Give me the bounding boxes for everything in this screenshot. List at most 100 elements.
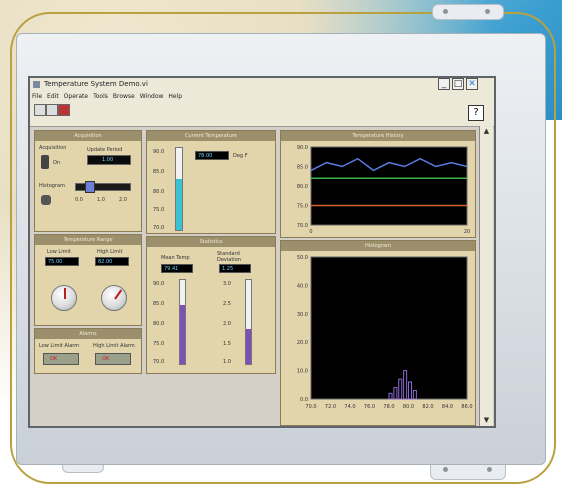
history-x-tick-0: 0 — [309, 229, 312, 235]
menu-window[interactable]: Window — [140, 91, 164, 102]
app-icon — [33, 81, 40, 88]
current-temperature-title: Current Temperature — [147, 131, 275, 141]
mean-temp-label: Mean Temp — [161, 255, 190, 261]
menu-file[interactable]: File — [32, 91, 42, 102]
menu-browse[interactable]: Browse — [113, 91, 135, 102]
histogram-y-tick-2: 30.0 — [297, 312, 308, 318]
current-temperature-value: 78.00 — [195, 151, 229, 160]
scroll-down-arrow-icon[interactable]: ▼ — [481, 415, 492, 426]
histogram-x-tick-0: 70.0 — [305, 404, 316, 410]
histogram-y-tick-4: 10.0 — [297, 369, 308, 375]
temperature-range-title: Temperature Range — [35, 235, 141, 245]
window-title: Temperature System Demo.vi — [44, 80, 148, 88]
vertical-scrollbar[interactable]: ▲ ▼ — [479, 126, 493, 426]
update-period-label: Update Period — [87, 147, 123, 153]
temperature-range-panel: Temperature Range Low Limit 75.00 High L… — [34, 234, 142, 326]
histogram-x-tick-2: 74.0 — [344, 404, 355, 410]
histogram-x-tick-5: 80.0 — [403, 404, 414, 410]
std-scale-4: 1.0 — [223, 359, 231, 365]
high-limit-knob[interactable] — [101, 285, 127, 311]
mean-temp-value: 79.41 — [161, 264, 193, 273]
history-y-tick-1: 85.0 — [297, 165, 308, 171]
run-arrow-icon[interactable] — [34, 104, 46, 116]
history-y-tick-2: 80.0 — [297, 184, 308, 190]
help-button[interactable]: ? — [468, 105, 484, 121]
histogram-y-tick-1: 40.0 — [297, 283, 308, 289]
mean-scale-4: 70.0 — [153, 359, 165, 365]
thermo-scale-1: 85.0 — [153, 169, 165, 175]
high-alarm-label: High Limit Alarm — [93, 343, 135, 349]
thermometer-fill — [176, 179, 182, 230]
std-bar-fill — [246, 329, 251, 364]
menu-bar: File Edit Operate Tools Browse Window He… — [30, 91, 494, 102]
high-alarm-status: OK — [102, 356, 110, 362]
acquisition-status: On — [53, 160, 61, 166]
menu-edit[interactable]: Edit — [47, 91, 59, 102]
minimize-button[interactable]: _ — [438, 78, 450, 90]
histogram-panel: Histogram 50.0 40.0 30.0 20.0 10.0 0.0 70.0 72.… — [280, 240, 476, 426]
std-scale-3: 1.5 — [223, 341, 231, 347]
histogram-scale-2: 2.0 — [119, 197, 127, 203]
histogram-scale-0: 0.0 — [75, 197, 83, 203]
temperature-history-chart: 90.0 85.0 80.0 75.0 70.00 20 — [297, 145, 470, 235]
history-y-tick-0: 90.0 — [297, 145, 308, 151]
high-alarm-led: OK — [95, 353, 131, 365]
statistics-panel: Statistics Mean Temp 79.41 Standard Devi… — [146, 236, 276, 374]
low-limit-knob[interactable] — [51, 285, 77, 311]
histogram-slider-track[interactable] — [75, 183, 131, 191]
mean-scale-1: 85.0 — [153, 301, 165, 307]
current-temperature-panel: Current Temperature 90.0 85.0 80.0 75.0 … — [146, 130, 276, 234]
thermo-scale-2: 80.0 — [153, 189, 165, 195]
histogram-x-tick-6: 82.0 — [422, 404, 433, 410]
run-continuous-icon[interactable] — [46, 104, 58, 116]
histogram-chart: 50.0 40.0 30.0 20.0 10.0 0.070.0 72.0 74.0 76.0 7… — [297, 255, 473, 410]
histogram-y-tick-0: 50.0 — [297, 255, 308, 261]
acquisition-label: Acquisition — [39, 145, 67, 151]
window-titlebar[interactable]: Temperature System Demo.vi _ □ ✕ — [30, 78, 494, 91]
histogram-x-tick-3: 76.0 — [364, 404, 375, 410]
menu-operate[interactable]: Operate — [64, 91, 88, 102]
low-limit-value[interactable]: 75.00 — [45, 257, 79, 266]
low-limit-label: Low Limit — [47, 249, 71, 255]
mean-bar-fill — [180, 305, 185, 364]
std-scale-1: 2.5 — [223, 301, 231, 307]
temperature-history-panel: Temperature History 90.0 85.0 80.0 75.0 70.0… — [280, 130, 476, 238]
current-temperature-unit: Deg F — [233, 153, 248, 159]
restore-button[interactable]: □ — [452, 78, 464, 90]
histogram-plot-area — [310, 256, 468, 400]
acquisition-switch[interactable] — [41, 155, 49, 169]
histogram-x-tick-4: 78.0 — [383, 404, 394, 410]
update-period-control[interactable]: 1.00 — [87, 155, 131, 165]
abort-icon[interactable] — [58, 104, 70, 116]
statistics-title: Statistics — [147, 237, 275, 247]
std-scale-2: 2.0 — [223, 321, 231, 327]
history-y-tick-3: 75.0 — [297, 204, 308, 210]
toolbar: ? — [30, 102, 494, 127]
std-scale-0: 3.0 — [223, 281, 231, 287]
std-dev-value: 1.25 — [219, 264, 251, 273]
low-alarm-status: OK — [50, 356, 58, 362]
histogram-y-tick-3: 20.0 — [297, 340, 308, 346]
binoculars-icon — [41, 195, 51, 205]
alarms-title: Alarms — [35, 329, 141, 339]
menu-tools[interactable]: Tools — [93, 91, 108, 102]
history-y-tick-4: 70.0 — [297, 223, 308, 229]
mean-scale-0: 90.0 — [153, 281, 165, 287]
close-button[interactable]: ✕ — [466, 78, 478, 90]
histogram-x-tick-7: 84.0 — [442, 404, 453, 410]
history-plot-area — [310, 146, 468, 226]
thermo-scale-0: 90.0 — [153, 149, 165, 155]
alarms-panel: Alarms Low Limit Alarm High Limit Alarm … — [34, 328, 142, 374]
histogram-x-tick-8: 86.0 — [461, 404, 472, 410]
histogram-scale-1: 1.0 — [97, 197, 105, 203]
scroll-up-arrow-icon[interactable]: ▲ — [481, 126, 492, 137]
lcd-screen: Temperature System Demo.vi _ □ ✕ File Ed… — [28, 76, 496, 428]
menu-help[interactable]: Help — [168, 91, 182, 102]
low-alarm-led: OK — [43, 353, 79, 365]
thermo-scale-4: 70.0 — [153, 225, 165, 231]
std-dev-label: Standard Deviation — [217, 251, 241, 263]
high-limit-value[interactable]: 82.00 — [95, 257, 129, 266]
histogram-slider-handle[interactable] — [85, 181, 95, 193]
thermo-scale-3: 75.0 — [153, 207, 165, 213]
histogram-x-tick-1: 72.0 — [325, 404, 336, 410]
